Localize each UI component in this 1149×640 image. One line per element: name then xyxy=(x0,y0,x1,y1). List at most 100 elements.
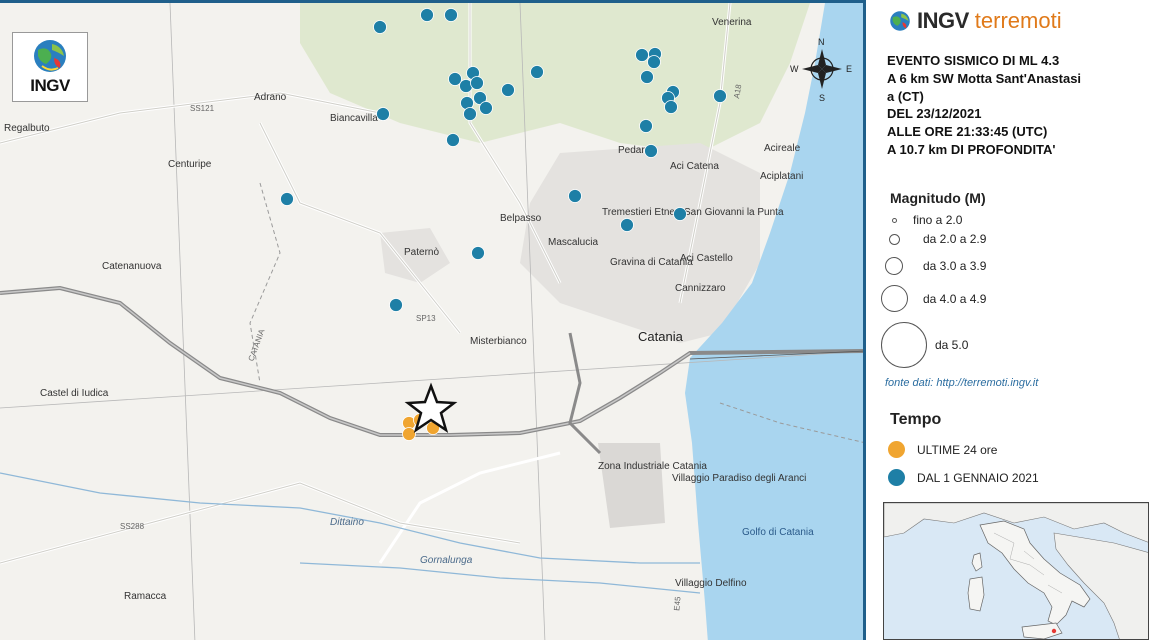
place-golfo-di-catania: Golfo di Catania xyxy=(742,527,814,538)
tempo-legend-title: Tempo xyxy=(890,411,942,428)
place-paterno: Paternò xyxy=(404,247,439,258)
place-catania: Catania xyxy=(638,329,684,344)
event-location-marker xyxy=(1051,628,1057,634)
place-catenanuova: Catenanuova xyxy=(102,261,162,272)
magnitude-circle xyxy=(881,322,927,368)
svg-text:E45: E45 xyxy=(672,596,682,612)
event-dot xyxy=(635,48,649,62)
place-ramacca: Ramacca xyxy=(124,591,167,602)
place-venerina: Venerina xyxy=(712,17,752,28)
event-dot xyxy=(664,100,678,114)
event-dot xyxy=(647,55,661,69)
event-dot xyxy=(501,83,515,97)
event-line: DEL 23/12/2021 xyxy=(887,106,982,122)
svg-text:SP13: SP13 xyxy=(416,314,436,323)
event-dot xyxy=(639,119,653,133)
magnitude-legend-item: da 4.0 a 4.9 xyxy=(879,285,986,312)
magnitude-legend-item: fino a 2.0 xyxy=(879,213,962,227)
event-dot xyxy=(444,8,458,22)
event-line: A 10.7 km DI PROFONDITA' xyxy=(887,141,1056,157)
map-area[interactable]: Adrano Biancavilla Regalbuto Centuripe C… xyxy=(0,0,866,640)
place-villaggio-paradiso: Villaggio Paradiso degli Aranci xyxy=(672,473,806,484)
magnitude-legend-item: da 5.0 xyxy=(881,322,968,368)
event-dot xyxy=(420,8,434,22)
place-villaggio-delfino: Villaggio Delfino xyxy=(675,578,747,589)
tempo-label: ULTIME 24 ore xyxy=(917,442,998,457)
compass-w: W xyxy=(790,64,799,74)
tempo-legend-item: DAL 1 GENNAIO 2021 xyxy=(888,469,1039,486)
event-dot xyxy=(470,76,484,90)
legend-panel: INGV terremoti EVENTO SISMICO DI ML 4.3 … xyxy=(869,0,1149,640)
event-dot-recent xyxy=(402,427,416,441)
place-aci-catena: Aci Catena xyxy=(670,161,719,172)
magnitude-circle xyxy=(880,285,908,312)
compass-n: N xyxy=(818,37,825,47)
svg-text:SS288: SS288 xyxy=(120,522,145,531)
tempo-label: DAL 1 GENNAIO 2021 xyxy=(917,470,1039,485)
event-dot xyxy=(620,218,634,232)
svg-text:SS121: SS121 xyxy=(190,104,215,113)
place-belpasso: Belpasso xyxy=(500,213,542,224)
globe-icon xyxy=(890,11,910,31)
event-dot xyxy=(713,89,727,103)
italy-inset-map xyxy=(883,502,1149,640)
event-dot xyxy=(376,107,390,121)
event-description: EVENTO SISMICO DI ML 4.3 A 6 km SW Motta… xyxy=(887,52,1149,159)
magnitude-circle xyxy=(885,257,903,275)
place-castel-di-iudica: Castel di Iudica xyxy=(40,388,109,399)
event-dot xyxy=(644,144,658,158)
event-dot xyxy=(280,192,294,206)
place-regalbuto: Regalbuto xyxy=(4,123,50,134)
compass-s: S xyxy=(819,93,825,103)
place-aci-castello: Aci Castello xyxy=(680,253,733,264)
place-biancavilla: Biancavilla xyxy=(330,113,378,124)
magnitude-label: fino a 2.0 xyxy=(913,213,963,227)
brand-ingv: INGV xyxy=(917,8,969,33)
magnitude-legend-item: da 2.0 a 2.9 xyxy=(879,232,986,246)
globe-icon xyxy=(34,40,66,72)
event-dot xyxy=(640,70,654,84)
magnitude-circle xyxy=(888,233,900,245)
data-source: fonte dati: http://terremoti.ingv.it xyxy=(885,377,1039,389)
ingv-map-logo: INGV xyxy=(12,32,88,102)
compass-e: E xyxy=(846,64,852,74)
event-line: EVENTO SISMICO DI ML 4.3 xyxy=(887,53,1060,68)
place-cannizzaro: Cannizzaro xyxy=(675,283,726,294)
brand-terremoti: terremoti xyxy=(974,8,1062,33)
place-tremestieri: Tremestieri Etneo xyxy=(602,207,681,218)
magnitude-label: da 3.0 a 3.9 xyxy=(923,259,987,273)
place-adrano: Adrano xyxy=(254,92,287,103)
event-dot xyxy=(373,20,387,34)
event-line: A 6 km SW Motta Sant'Anastasi xyxy=(887,70,1082,86)
event-line: ALLE ORE 21:33:45 (UTC) xyxy=(887,124,1048,140)
event-line: a (CT) xyxy=(887,88,924,104)
place-centuripe: Centuripe xyxy=(168,159,212,170)
event-dot xyxy=(389,298,403,312)
magnitude-label: da 4.0 a 4.9 xyxy=(923,291,987,306)
place-zona-industriale: Zona Industriale Catania xyxy=(598,461,707,472)
place-misterbianco: Misterbianco xyxy=(470,336,527,347)
river-dittaino-label: Dittaino xyxy=(330,517,364,528)
magnitude-label: da 2.0 a 2.9 xyxy=(923,232,987,246)
tempo-dot-year xyxy=(888,469,905,486)
river-gornalunga-label: Gornalunga xyxy=(420,555,473,566)
place-san-giovanni: San Giovanni la Punta xyxy=(684,207,784,218)
event-dot xyxy=(568,189,582,203)
place-mascalucia: Mascalucia xyxy=(548,237,598,248)
magnitude-legend-title: Magnitudo (M) xyxy=(890,190,986,206)
tempo-dot-recent xyxy=(888,441,905,458)
event-dot xyxy=(463,107,477,121)
event-dot xyxy=(479,101,493,115)
tempo-legend-item: ULTIME 24 ore xyxy=(888,441,997,458)
ingv-map-logo-text: INGV xyxy=(30,76,70,95)
map-canvas[interactable]: Adrano Biancavilla Regalbuto Centuripe C… xyxy=(0,3,866,640)
event-dot xyxy=(673,207,687,221)
magnitude-legend-item: da 3.0 a 3.9 xyxy=(879,257,986,275)
event-dot xyxy=(530,65,544,79)
magnitude-label: da 5.0 xyxy=(935,338,969,352)
magnitude-circle xyxy=(891,217,897,223)
event-dot xyxy=(446,133,460,147)
italy-inset-canvas xyxy=(884,503,1148,639)
place-acireale: Acireale xyxy=(764,143,801,154)
brand: INGV terremoti xyxy=(889,8,1062,34)
